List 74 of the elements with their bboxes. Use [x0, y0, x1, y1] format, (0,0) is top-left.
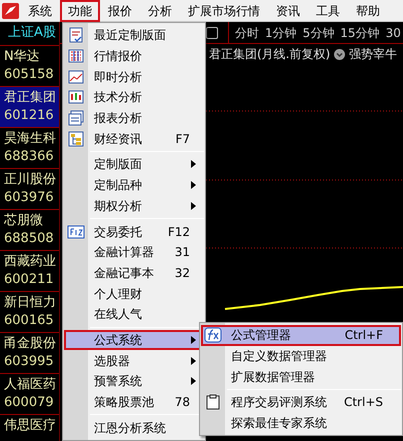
- formula-icon: [204, 327, 222, 344]
- menu-item[interactable]: 程序交易评测系统 Ctrl+S: [201, 392, 401, 413]
- menu-item[interactable]: 技术分析: [64, 87, 204, 108]
- menu-bar-item[interactable]: 功能: [60, 0, 100, 22]
- stock-row[interactable]: 君正集团 601216: [0, 87, 59, 128]
- indicator-label[interactable]: 强势宰牛: [349, 45, 398, 63]
- stock-code: 603976: [4, 189, 55, 207]
- key-icon: [67, 224, 85, 240]
- stock-name: 昊海生科: [4, 130, 57, 148]
- stock-code: 600079: [4, 394, 55, 412]
- line-chart-icon: [67, 68, 85, 85]
- menu-item[interactable]: 交易委托 F12: [64, 221, 204, 242]
- stock-code: 600211: [4, 271, 55, 289]
- stock-name: 君正集团: [4, 89, 57, 107]
- menu-bar-item[interactable]: 系统: [20, 0, 60, 22]
- document-check-icon: [67, 27, 85, 44]
- logo-icon: [1, 2, 20, 20]
- submenu-arrow-icon: [191, 202, 196, 210]
- period-tab[interactable]: 15分钟: [340, 24, 380, 42]
- grid-icon: [67, 48, 85, 64]
- menu-item[interactable]: 公式管理器 Ctrl+F: [201, 325, 401, 346]
- clipboard-icon: [204, 394, 222, 410]
- menu-item[interactable]: 探索最佳专家系统: [201, 412, 401, 434]
- stock-name: 新日恒力: [4, 294, 57, 312]
- dropdown-icon: [334, 48, 346, 60]
- menu-item[interactable]: 最近定制版面: [64, 25, 204, 46]
- stock-code: 603995: [4, 353, 55, 371]
- submenu-arrow-icon: [191, 336, 196, 344]
- menu-bar-item[interactable]: 工具: [308, 0, 348, 22]
- stock-name: 正川股份: [4, 171, 57, 189]
- period-tab[interactable]: 1分钟: [265, 24, 297, 42]
- period-tab[interactable]: 5分钟: [302, 24, 334, 42]
- menu-item[interactable]: 在线人气: [64, 304, 204, 325]
- menu-item[interactable]: 选股器: [64, 350, 204, 371]
- stock-code: 688508: [4, 230, 55, 248]
- menu-item[interactable]: 报表分析: [64, 108, 204, 128]
- menu-item[interactable]: 行情报价: [64, 46, 204, 66]
- stock-code: 605158: [4, 66, 55, 84]
- menu-item[interactable]: 金融记事本 32: [64, 262, 204, 284]
- stock-name: 伟思医疗: [4, 417, 57, 435]
- menu-item[interactable]: 个人理财: [64, 283, 204, 304]
- menu-item[interactable]: 扩展数据管理器: [201, 366, 401, 388]
- menu-item[interactable]: 财经资讯 F7: [64, 128, 204, 150]
- menu-item[interactable]: 定制版面: [64, 154, 204, 175]
- stock-code: 601216: [4, 107, 55, 125]
- stock-code: 600165: [4, 312, 55, 330]
- menu-item[interactable]: 预警系统: [64, 371, 204, 392]
- menu-item[interactable]: 自定义数据管理器: [201, 346, 401, 366]
- submenu-arrow-icon: [191, 356, 196, 365]
- menu-item[interactable]: 期权分析: [64, 196, 204, 216]
- menu-item[interactable]: 即时分析: [64, 66, 204, 88]
- stock-name: 人福医药: [4, 376, 57, 394]
- submenu-arrow-icon: [191, 160, 196, 168]
- menu-bar-item[interactable]: 分析: [140, 0, 180, 22]
- submenu-arrow-icon: [191, 377, 196, 386]
- menu-bar-item[interactable]: 报价: [100, 0, 140, 22]
- candlestick-icon: [67, 89, 85, 106]
- stock-name: 西藏药业: [4, 253, 57, 271]
- menu-bar-item[interactable]: 帮助: [348, 0, 388, 22]
- stock-name: 芯朋微: [4, 212, 44, 230]
- period-tab[interactable]: 30: [386, 24, 401, 42]
- stock-name: N华达: [4, 48, 41, 66]
- menu-bar-item[interactable]: 资讯: [268, 0, 308, 22]
- menu-bar-item[interactable]: 扩展市场行情: [180, 0, 268, 22]
- submenu-arrow-icon: [191, 181, 196, 190]
- menu-item[interactable]: 定制品种: [64, 174, 204, 196]
- tree-chart-icon: [67, 130, 85, 147]
- period-tab[interactable]: 分时: [235, 24, 259, 42]
- table-icon: [67, 110, 85, 126]
- chart-title: 君正集团(月线.前复权): [209, 46, 330, 63]
- list-header[interactable]: 上证A股: [0, 22, 59, 46]
- stock-code: 688366: [4, 148, 55, 166]
- stock-name: 甬金股份: [4, 335, 57, 353]
- menu-item[interactable]: 金融计算器 31: [64, 242, 204, 263]
